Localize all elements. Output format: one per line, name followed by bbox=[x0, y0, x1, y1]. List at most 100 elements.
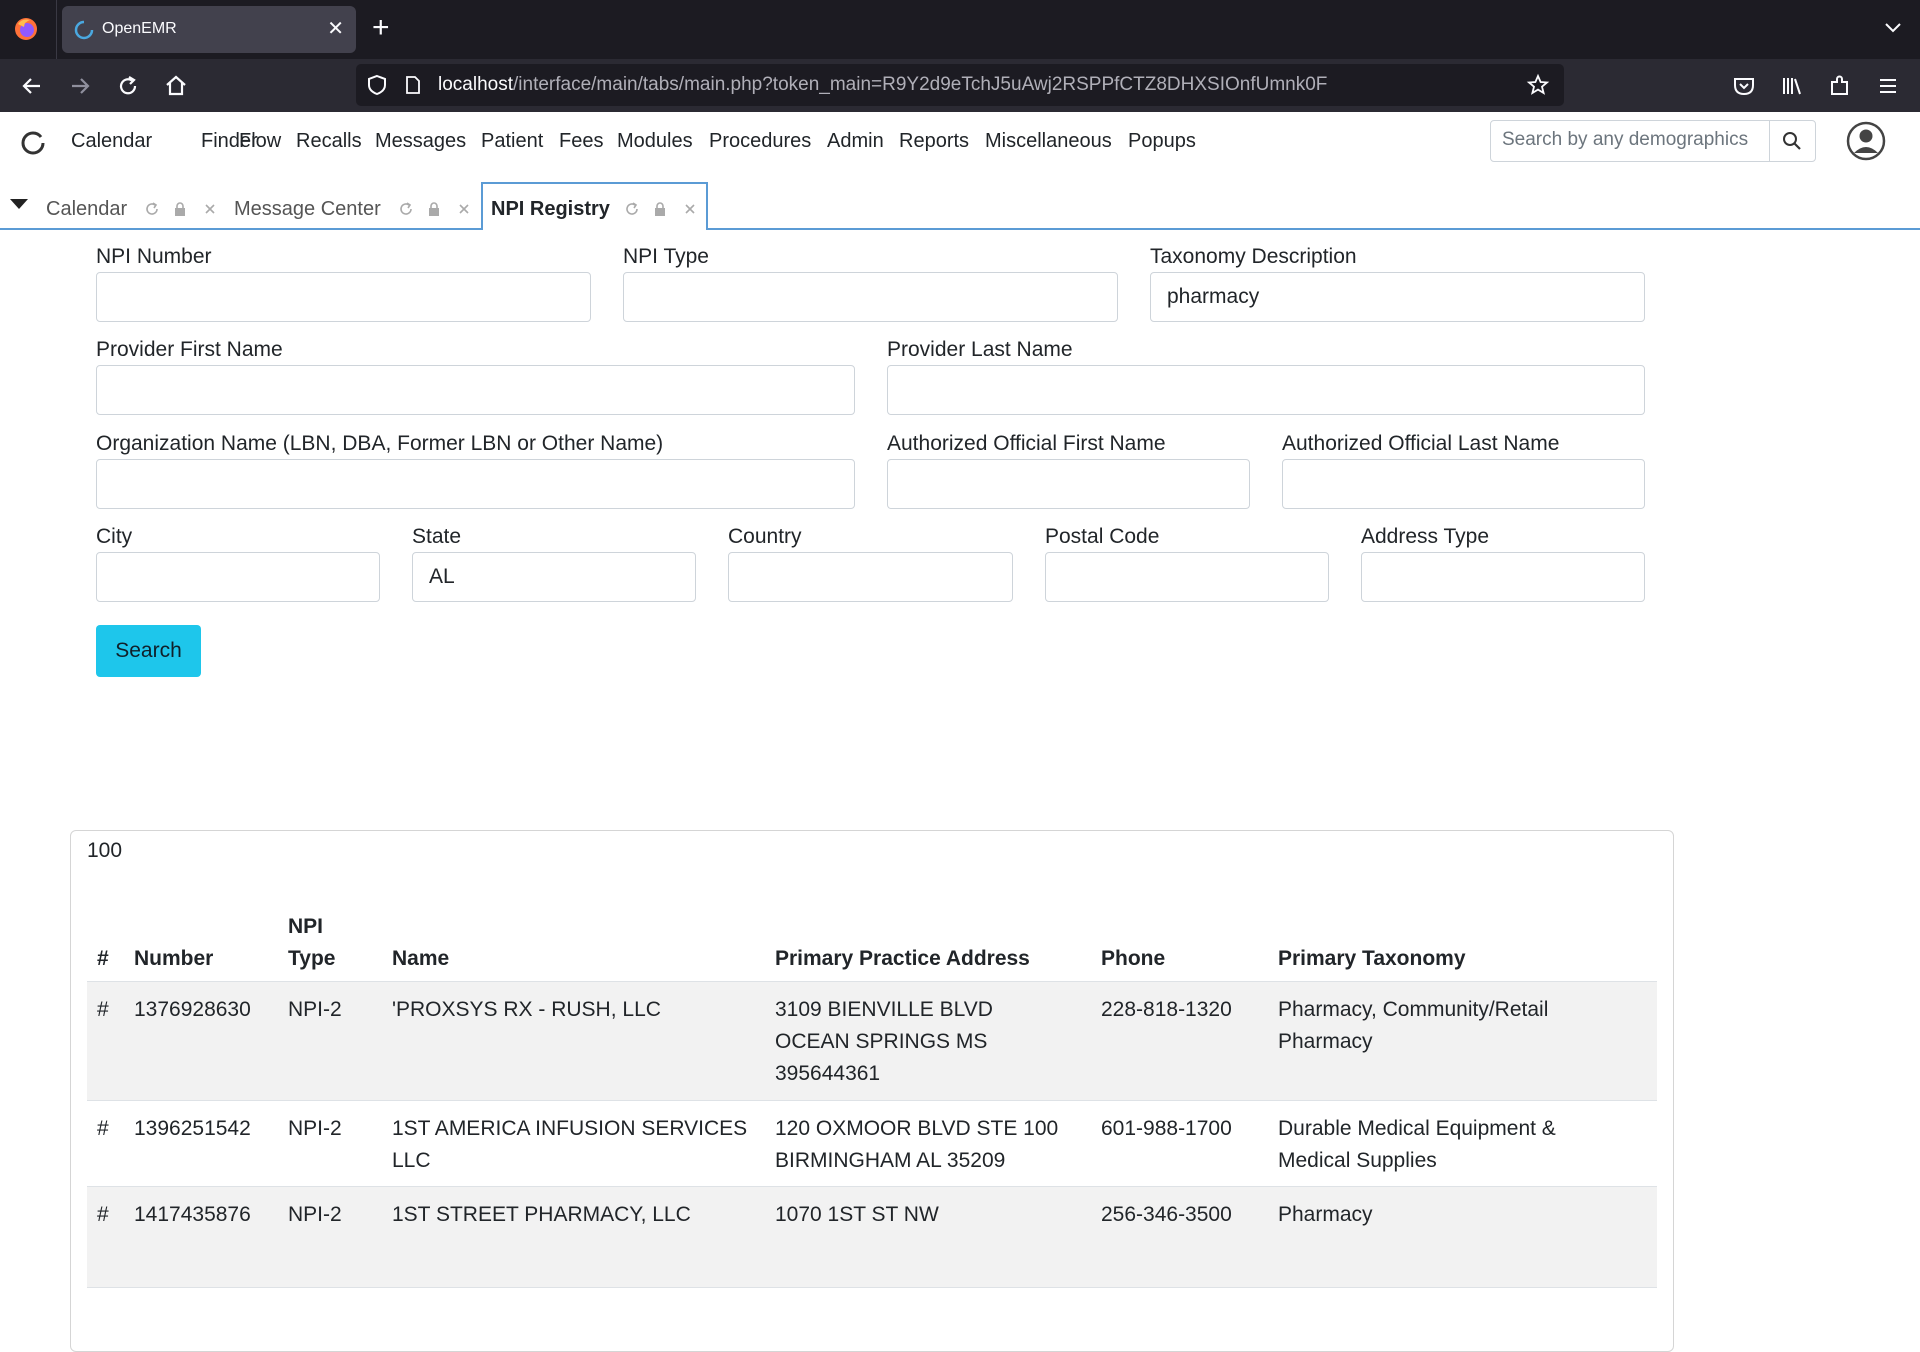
taxonomy-description-field[interactable]: pharmacy bbox=[1150, 272, 1645, 322]
user-avatar-icon[interactable] bbox=[1846, 121, 1886, 161]
lock-icon[interactable] bbox=[652, 201, 668, 217]
lock-icon[interactable] bbox=[426, 201, 442, 217]
caret-down-icon[interactable] bbox=[8, 197, 30, 211]
organization-name-field[interactable] bbox=[96, 459, 855, 509]
menu-calendar[interactable]: Calendar bbox=[71, 130, 152, 153]
npi-number-label: NPI Number bbox=[96, 245, 212, 268]
provider-first-name-field[interactable] bbox=[96, 365, 855, 415]
reload-icon[interactable] bbox=[115, 73, 141, 99]
row-address-line1: 120 OXMOOR BLVD STE 100 bbox=[775, 1117, 1059, 1140]
main-menu: Calendar Finder Flow Recalls Messages Pa… bbox=[0, 112, 1920, 170]
menu-patient[interactable]: Patient bbox=[481, 130, 543, 153]
tab-calendar[interactable]: Calendar bbox=[46, 182, 236, 226]
tab-message-center-label: Message Center bbox=[234, 198, 381, 220]
openemr-favicon-icon bbox=[74, 20, 94, 40]
results-table-header: # Number NPI Type Name Primary Practice … bbox=[87, 877, 1657, 983]
col-phone: Phone bbox=[1101, 947, 1166, 970]
authorized-official-first-name-field[interactable] bbox=[887, 459, 1250, 509]
search-submit-button[interactable]: Search bbox=[96, 625, 201, 677]
authorized-official-last-name-label: Authorized Official Last Name bbox=[1282, 432, 1560, 455]
row-phone: 601-988-1700 bbox=[1101, 1117, 1232, 1140]
row-address-line1: 3109 BIENVILLE BLVD bbox=[775, 998, 993, 1021]
result-count: 100 bbox=[87, 839, 123, 862]
refresh-icon[interactable] bbox=[144, 201, 160, 217]
npi-number-field[interactable] bbox=[96, 272, 591, 322]
table-row[interactable]: # 1376928630 NPI-2 'PROXSYS RX - RUSH, L… bbox=[87, 982, 1657, 1101]
app-tab-strip: Calendar Message Center NPI Registry bbox=[0, 182, 1920, 230]
row-number: 1396251542 bbox=[134, 1117, 251, 1140]
menu-icon[interactable] bbox=[1875, 73, 1901, 99]
row-name-line2: LLC bbox=[392, 1149, 431, 1172]
taxonomy-description-label: Taxonomy Description bbox=[1150, 245, 1357, 268]
col-hash: # bbox=[97, 947, 109, 970]
refresh-icon[interactable] bbox=[624, 201, 640, 217]
menu-procedures[interactable]: Procedures bbox=[709, 130, 811, 153]
back-arrow-icon[interactable] bbox=[19, 73, 45, 99]
provider-last-name-label: Provider Last Name bbox=[887, 338, 1073, 361]
browser-tab-strip: OpenEMR ✕ + bbox=[0, 0, 1920, 59]
state-field[interactable]: AL bbox=[412, 552, 696, 602]
close-icon[interactable] bbox=[202, 201, 218, 217]
chevron-down-icon[interactable] bbox=[1882, 16, 1904, 38]
tab-separator bbox=[56, 0, 57, 59]
shield-icon[interactable] bbox=[366, 74, 388, 96]
row-hash[interactable]: # bbox=[97, 1199, 109, 1231]
close-icon[interactable] bbox=[682, 201, 698, 217]
menu-popups[interactable]: Popups bbox=[1128, 130, 1196, 153]
country-field[interactable] bbox=[728, 552, 1013, 602]
lock-icon[interactable] bbox=[172, 201, 188, 217]
address-type-field[interactable] bbox=[1361, 552, 1645, 602]
provider-last-name-field[interactable] bbox=[887, 365, 1645, 415]
star-icon[interactable] bbox=[1526, 73, 1550, 97]
row-address-line2: OCEAN SPRINGS MS bbox=[775, 1030, 988, 1053]
menu-modules[interactable]: Modules bbox=[617, 130, 693, 153]
row-taxonomy-line1: Pharmacy bbox=[1278, 1203, 1373, 1226]
row-type: NPI-2 bbox=[288, 1203, 342, 1226]
address-type-label: Address Type bbox=[1361, 525, 1490, 548]
npi-type-label: NPI Type bbox=[623, 245, 709, 268]
menu-miscellaneous[interactable]: Miscellaneous bbox=[985, 130, 1112, 153]
home-icon[interactable] bbox=[163, 73, 189, 99]
refresh-icon[interactable] bbox=[398, 201, 414, 217]
page-icon[interactable] bbox=[404, 75, 422, 95]
row-number: 1376928630 bbox=[134, 998, 251, 1021]
authorized-official-last-name-field[interactable] bbox=[1282, 459, 1645, 509]
provider-first-name-label: Provider First Name bbox=[96, 338, 283, 361]
browser-tab-title: OpenEMR bbox=[102, 20, 177, 37]
menu-reports[interactable]: Reports bbox=[899, 130, 969, 153]
col-npi-type-line1: NPI bbox=[288, 915, 324, 938]
search-button[interactable] bbox=[1769, 121, 1815, 161]
menu-flow[interactable]: Flow bbox=[239, 130, 281, 153]
table-row[interactable]: # 1417435876 NPI-2 1ST STREET PHARMACY, … bbox=[87, 1187, 1657, 1288]
firefox-icon[interactable] bbox=[12, 15, 40, 43]
npi-type-field[interactable] bbox=[623, 272, 1118, 322]
postal-code-field[interactable] bbox=[1045, 552, 1329, 602]
library-icon[interactable] bbox=[1779, 73, 1805, 99]
close-icon[interactable] bbox=[456, 201, 472, 217]
table-row[interactable]: # 1396251542 NPI-2 1ST AMERICA INFUSION … bbox=[87, 1101, 1657, 1187]
openemr-logo-icon[interactable] bbox=[20, 130, 46, 156]
row-hash[interactable]: # bbox=[97, 994, 109, 1026]
address-bar[interactable]: localhost/interface/main/tabs/main.php?t… bbox=[356, 64, 1564, 106]
row-name: 'PROXSYS RX - RUSH, LLC bbox=[392, 998, 661, 1021]
new-tab-icon[interactable]: + bbox=[372, 13, 390, 43]
extensions-icon[interactable] bbox=[1827, 73, 1853, 99]
menu-recalls[interactable]: Recalls bbox=[296, 130, 362, 153]
city-field[interactable] bbox=[96, 552, 380, 602]
close-icon[interactable]: ✕ bbox=[327, 17, 344, 41]
menu-admin[interactable]: Admin bbox=[827, 130, 884, 153]
url-text: localhost/interface/main/tabs/main.php?t… bbox=[438, 74, 1327, 96]
city-label: City bbox=[96, 525, 133, 548]
pocket-icon[interactable] bbox=[1731, 73, 1757, 99]
menu-messages[interactable]: Messages bbox=[375, 130, 466, 153]
menu-fees[interactable]: Fees bbox=[559, 130, 603, 153]
browser-tab-openemr[interactable]: OpenEMR ✕ bbox=[62, 6, 356, 53]
row-hash[interactable]: # bbox=[97, 1113, 109, 1145]
row-address-line1: 1070 1ST ST NW bbox=[775, 1203, 939, 1226]
postal-code-label: Postal Code bbox=[1045, 525, 1160, 548]
row-phone: 256-346-3500 bbox=[1101, 1203, 1232, 1226]
demographics-search-input[interactable] bbox=[1492, 122, 1784, 158]
forward-arrow-icon[interactable] bbox=[67, 73, 93, 99]
tab-message-center[interactable]: Message Center bbox=[234, 182, 470, 226]
tab-npi-registry[interactable]: NPI Registry bbox=[481, 182, 708, 230]
